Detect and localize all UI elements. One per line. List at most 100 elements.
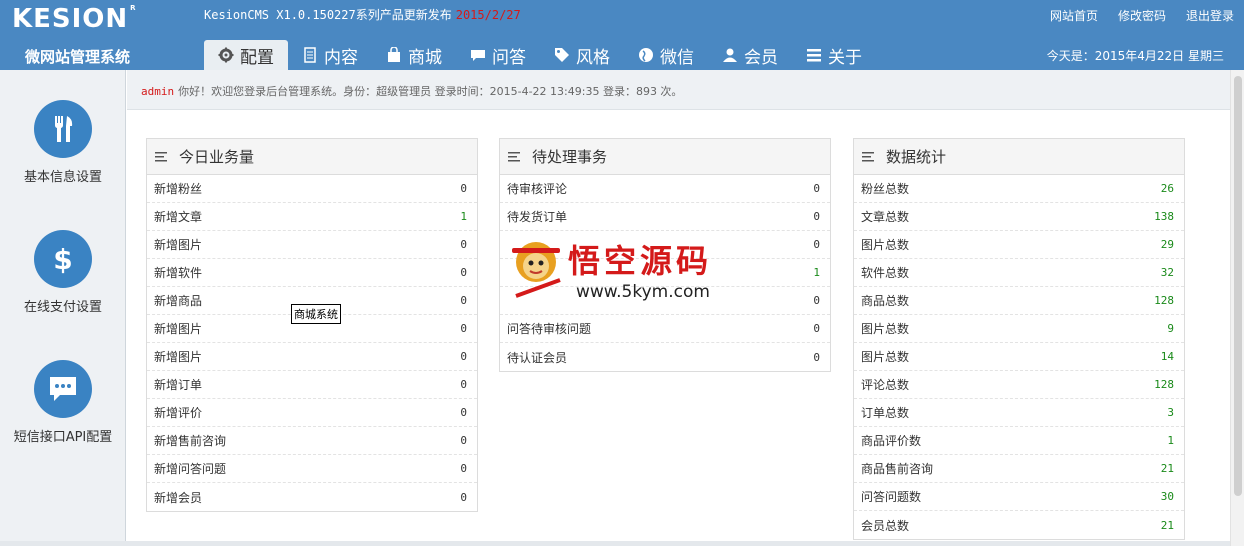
row-label: 文章总数 [861, 210, 910, 224]
tab-mall[interactable]: 商城 [372, 40, 456, 70]
gear-icon [218, 47, 234, 63]
tab-qa[interactable]: 问答 [456, 40, 540, 70]
row-value: 0 [460, 462, 467, 475]
sms-icon [34, 360, 92, 418]
bottom-divider [0, 541, 1230, 546]
tab-member[interactable]: 会员 [708, 40, 792, 70]
welcome-bar: admin 你好！欢迎您登录后台管理系统。身份：超级管理员 登录时间：2015-4… [127, 70, 1230, 110]
row-label: 图片总数 [861, 322, 910, 336]
tab-wechat[interactable]: 微信 [624, 40, 708, 70]
row-label: 新增问答问题 [154, 462, 227, 476]
tab-about[interactable]: 关于 [792, 40, 876, 70]
chat-icon [471, 50, 485, 61]
sidebar-item-label: 在线支付设置 [23, 300, 102, 315]
row-label: 粉丝总数 [861, 182, 910, 196]
row-label: 图片总数 [861, 350, 910, 364]
list-item: 评论总数 128 [854, 371, 1184, 399]
row-value: 1 [1167, 434, 1174, 447]
tab-config-label: 配置 [240, 47, 274, 68]
panel-today-business: 今日业务量 新增粉丝 0 新增文章 1 新增图片 0 新增软件 0 新增商品 0 新增图片… [146, 138, 478, 512]
row-value: 128 [1154, 294, 1174, 307]
list-icon [862, 151, 874, 161]
row-value: 1 [460, 210, 467, 223]
logo[interactable]: KESION R [12, 4, 137, 34]
tab-content[interactable]: 内容 [288, 40, 372, 70]
panel-title: 今日业务量 [179, 148, 255, 166]
tab-style[interactable]: 风格 [540, 40, 624, 70]
row-value: 0 [813, 238, 820, 251]
row-label: 软件总数 [861, 266, 910, 280]
list-item[interactable]: 待认证会员 0 [500, 343, 830, 371]
list-icon [807, 49, 821, 62]
user-icon [723, 48, 737, 62]
row-label: 新增粉丝 [154, 182, 203, 196]
tab-member-label: 会员 [744, 47, 778, 68]
tab-qa-label: 问答 [492, 47, 526, 68]
row-value: 0 [460, 266, 467, 279]
tab-content-label: 内容 [324, 47, 358, 68]
row-label: 问答待审核问题 [507, 322, 592, 336]
row-value: 0 [813, 182, 820, 195]
panel-header: 待处理事务 [500, 139, 830, 175]
row-value: 0 [460, 434, 467, 447]
watermark-title: 悟空源码 [568, 242, 713, 280]
row-label: 新增文章 [154, 210, 203, 224]
list-item[interactable]: 待审核评论 0 [500, 175, 830, 203]
row-value: 30 [1160, 490, 1174, 503]
list-item: 新增会员 0 [147, 483, 477, 511]
row-label: 新增图片 [154, 350, 203, 364]
list-item: 图片总数 9 [854, 315, 1184, 343]
list-item: 新增评价 0 [147, 399, 477, 427]
tab-style-label: 风格 [576, 47, 610, 68]
list-item: 新增订单 0 [147, 371, 477, 399]
row-value: 0 [460, 490, 467, 504]
sidebar-item-sms-api[interactable]: 短信接口API配置 [0, 360, 126, 445]
release-notice[interactable]: KesionCMS X1.0.150227系列产品更新发布 2015/2/27 [204, 6, 521, 23]
row-label: 订单总数 [861, 406, 910, 420]
sidebar-item-label: 短信接口API配置 [13, 430, 113, 445]
list-item[interactable]: 待发货订单 0 [500, 203, 830, 231]
logo-text: KESION [12, 4, 129, 34]
sidebar-item-payment-settings[interactable]: $ 在线支付设置 [0, 230, 126, 315]
row-value: 0 [813, 210, 820, 223]
row-value: 0 [813, 350, 820, 364]
list-item: 商品售前咨询 21 [854, 455, 1184, 483]
tab-config[interactable]: 配置 [204, 40, 288, 70]
sidebar-item-basic-settings[interactable]: 基本信息设置 [0, 100, 126, 185]
panel-title: 数据统计 [886, 148, 947, 166]
row-label: 新增图片 [154, 238, 203, 252]
row-value: 32 [1160, 266, 1174, 279]
list-item: 软件总数 32 [854, 259, 1184, 287]
list-item: 新增图片 0 [147, 231, 477, 259]
list-item: 文章总数 138 [854, 203, 1184, 231]
site-home-link[interactable]: 网站首页 [1050, 7, 1098, 24]
row-value: 26 [1160, 182, 1174, 195]
row-label: 新增会员 [154, 490, 203, 505]
row-label: 图片总数 [861, 238, 910, 252]
vertical-scrollbar[interactable] [1230, 70, 1244, 546]
today-date: 今天是：2015年4月22日 星期三 [1046, 49, 1224, 63]
list-item[interactable]: 问答待审核问题 0 [500, 315, 830, 343]
sidebar: 基本信息设置 $ 在线支付设置 短信接口API配置 [0, 70, 126, 546]
row-value: 0 [460, 238, 467, 251]
row-value: 14 [1160, 350, 1174, 363]
tab-about-label: 关于 [828, 47, 862, 68]
tools-icon [34, 100, 92, 158]
logout-link[interactable]: 退出登录 [1186, 7, 1234, 24]
list-icon [508, 151, 520, 161]
list-item: 订单总数 3 [854, 399, 1184, 427]
row-label: 评论总数 [861, 378, 910, 392]
bag-icon [388, 47, 400, 62]
release-date: 2015/2/27 [455, 8, 521, 22]
row-value: 0 [460, 378, 467, 391]
list-item: 新增软件 0 [147, 259, 477, 287]
change-password-link[interactable]: 修改密码 [1118, 7, 1166, 24]
row-label: 新增商品 [154, 294, 203, 308]
row-value: 29 [1160, 238, 1174, 251]
panel-title: 待处理事务 [532, 148, 608, 166]
list-item: 会员总数 21 [854, 511, 1184, 539]
welcome-text: 你好！欢迎您登录后台管理系统。身份：超级管理员 登录时间：2015-4-22 1… [178, 85, 683, 98]
scrollbar-thumb[interactable] [1234, 76, 1242, 496]
current-user: admin [141, 85, 175, 98]
watermark-url: www.5kym.com [576, 282, 710, 302]
